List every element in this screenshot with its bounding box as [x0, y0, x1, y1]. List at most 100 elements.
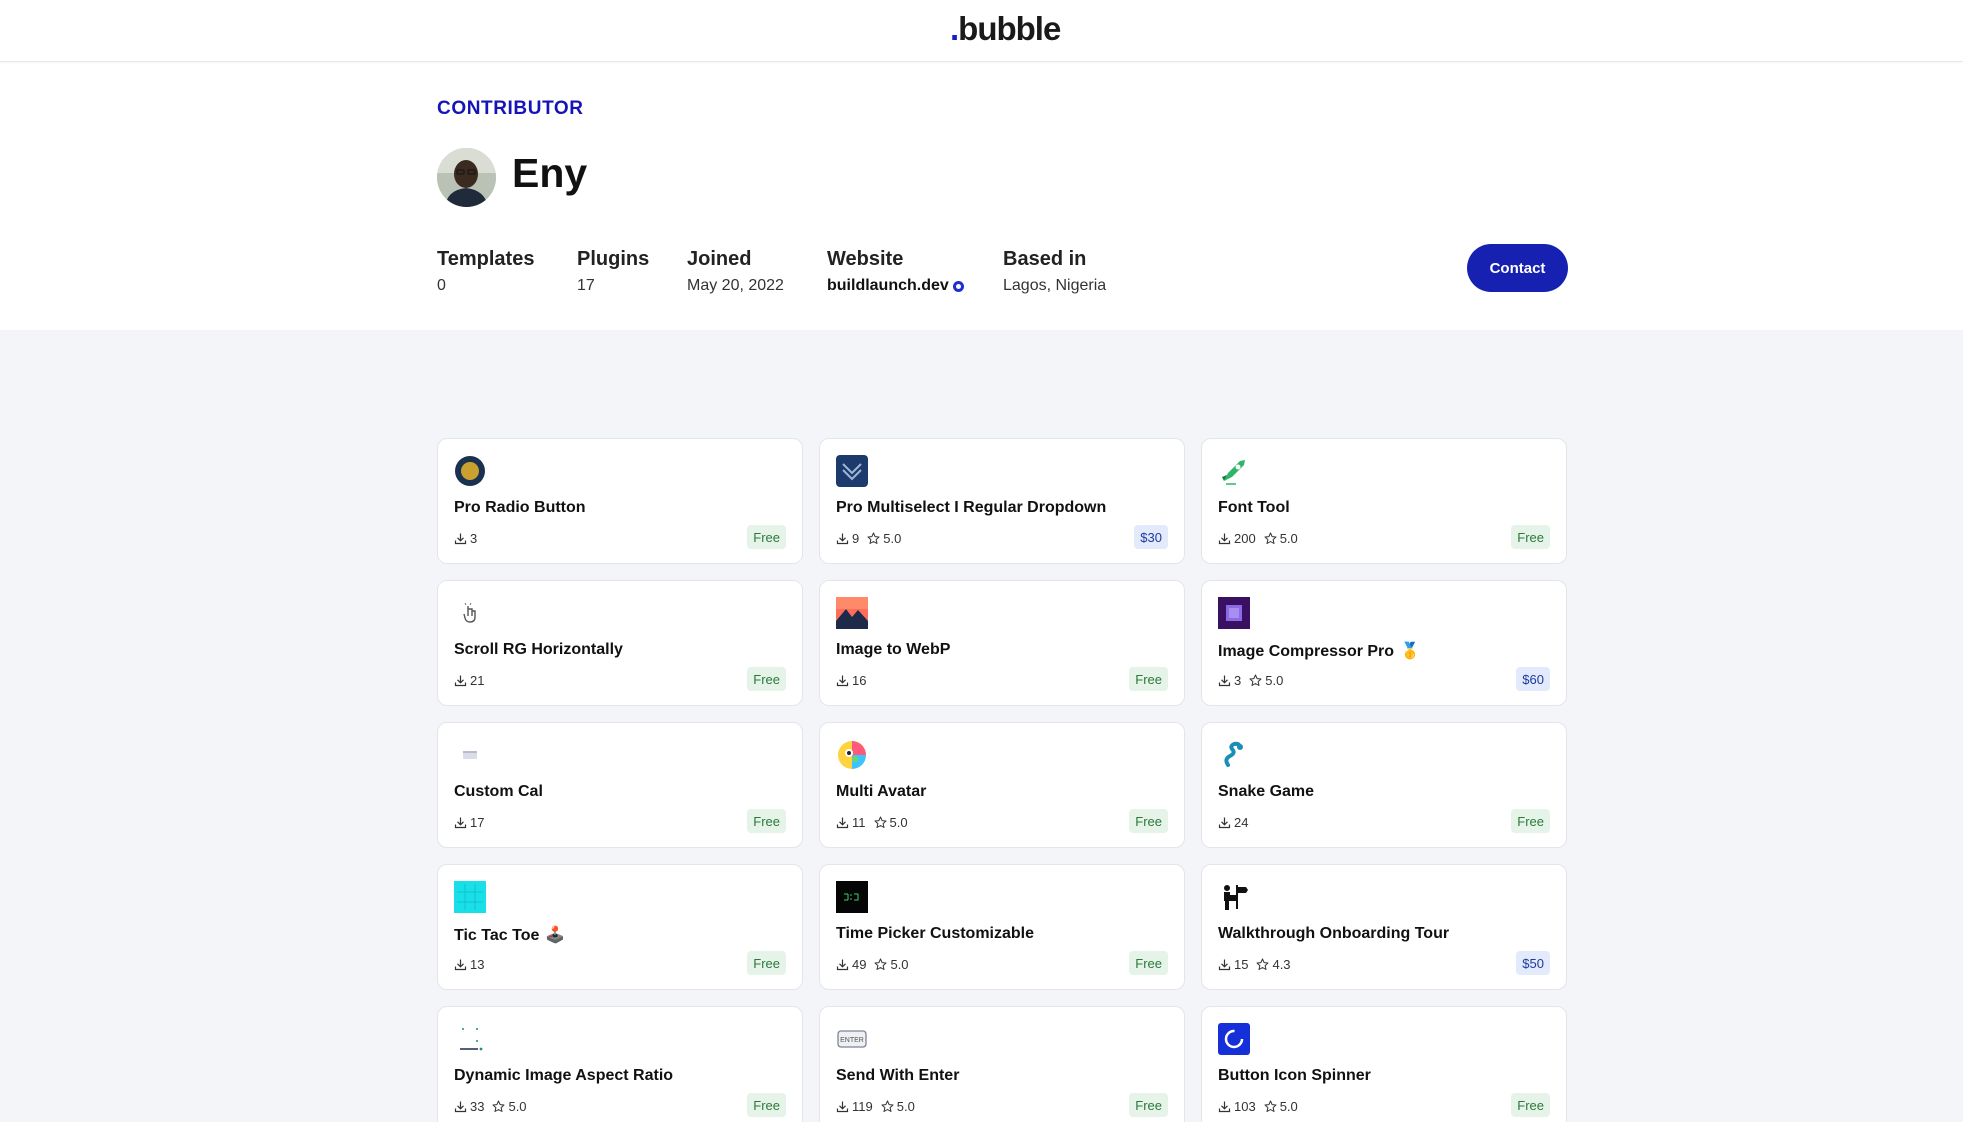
plugin-card-custom-cal[interactable]: Custom Cal 17 Free	[437, 722, 803, 848]
colorful-avatar-icon	[836, 739, 868, 771]
price-badge: Free	[747, 809, 786, 833]
price-badge: Free	[1129, 1093, 1168, 1117]
plugin-grid: Pro Radio Button 3 Free Pro Multiselect I R…	[437, 438, 1567, 1122]
plugin-title[interactable]: Custom Cal	[454, 783, 543, 801]
install-count: 17	[454, 815, 484, 830]
install-count: 103	[1218, 1099, 1256, 1114]
stat-templates: Templates 0	[437, 248, 535, 294]
plugin-title[interactable]: Image Compressor Pro 🥇	[1218, 641, 1420, 661]
star-icon	[1249, 674, 1262, 687]
plugin-card-font-tool[interactable]: Font Tool 200 5.0 Free	[1201, 438, 1567, 564]
price-badge: Free	[1129, 667, 1168, 691]
title-emoji-icon: 🕹️	[545, 927, 566, 944]
plugin-title[interactable]: Pro Multiselect I Regular Dropdown	[836, 499, 1106, 517]
download-icon	[836, 1100, 849, 1113]
website-link[interactable]: buildlaunch.dev	[827, 277, 964, 295]
price-badge: Free	[747, 525, 786, 549]
bubble-logo[interactable]: .bubble	[950, 10, 1061, 48]
price-badge: Free	[1129, 809, 1168, 833]
plugin-title[interactable]: Pro Radio Button	[454, 499, 586, 517]
plugin-title[interactable]: Snake Game	[1218, 783, 1314, 801]
rating: 5.0	[1264, 1099, 1298, 1114]
download-icon	[454, 1100, 467, 1113]
plugin-meta: 3 5.0	[1218, 673, 1291, 688]
svg-text:ENTER: ENTER	[840, 1037, 864, 1044]
price-badge: Free	[1511, 809, 1550, 833]
stat-joined: Joined May 20, 2022	[687, 248, 784, 294]
download-icon	[836, 674, 849, 687]
price-badge: Free	[747, 951, 786, 975]
plugin-meta: 3	[454, 531, 485, 546]
plugin-meta: 200 5.0	[1218, 531, 1306, 546]
contributor-name: Eny	[512, 150, 588, 196]
plugin-title[interactable]: Scroll RG Horizontally	[454, 641, 623, 659]
plugin-card-pro-multiselect-i-regular-dropdown[interactable]: Pro Multiselect I Regular Dropdown 9 5.0 $3…	[819, 438, 1185, 564]
price-badge: Free	[747, 667, 786, 691]
price-badge: $30	[1134, 525, 1168, 549]
download-icon	[1218, 1100, 1231, 1113]
plugin-card-walkthrough-onboarding-tour[interactable]: Walkthrough Onboarding Tour 15 4.3 $50	[1201, 864, 1567, 990]
plugin-title[interactable]: Time Picker Customizable	[836, 925, 1034, 943]
pointer-hand-icon	[454, 597, 486, 629]
download-icon	[1218, 958, 1231, 971]
plugin-card-send-with-enter[interactable]: ENTER Send With Enter 119 5.0 Free	[819, 1006, 1185, 1122]
rating: 5.0	[492, 1099, 527, 1114]
plugin-card-multi-avatar[interactable]: Multi Avatar 11 5.0 Free	[819, 722, 1185, 848]
contributor-profile: CONTRIBUTOR Eny Templates 0 Plugins 17 J…	[0, 62, 1963, 330]
rating: 5.0	[1249, 673, 1283, 688]
radio-button-icon	[454, 455, 486, 487]
download-icon	[454, 674, 467, 687]
download-icon	[454, 816, 467, 829]
plugin-card-scroll-rg-horizontally[interactable]: Scroll RG Horizontally 21 Free	[437, 580, 803, 706]
plugin-title[interactable]: Button Icon Spinner	[1218, 1067, 1371, 1085]
plugin-title[interactable]: Image to WebP	[836, 641, 950, 659]
plugin-card-tic-tac-toe[interactable]: Tic Tac Toe 🕹️ 13 Free	[437, 864, 803, 990]
plugin-card-pro-radio-button[interactable]: Pro Radio Button 3 Free	[437, 438, 803, 564]
rating: 5.0	[1264, 531, 1298, 546]
compress-square-icon	[1218, 597, 1250, 629]
plugin-card-time-picker-customizable[interactable]: Time Picker Customizable 49 5.0 Free	[819, 864, 1185, 990]
star-icon	[874, 816, 887, 829]
digital-clock-icon	[836, 881, 868, 913]
plugin-meta: 33 5.0	[454, 1099, 535, 1114]
install-count: 49	[836, 957, 866, 972]
stat-plugins: Plugins 17	[577, 248, 650, 294]
contributor-kicker: CONTRIBUTOR	[437, 98, 584, 119]
contact-button[interactable]: Contact	[1467, 244, 1568, 292]
plugin-title[interactable]: Walkthrough Onboarding Tour	[1218, 925, 1449, 943]
plugin-card-button-icon-spinner[interactable]: Button Icon Spinner 103 5.0 Free	[1201, 1006, 1567, 1122]
star-icon	[874, 958, 887, 971]
install-count: 16	[836, 673, 866, 688]
plugin-card-image-compressor-pro[interactable]: Image Compressor Pro 🥇 3 5.0 $60	[1201, 580, 1567, 706]
star-icon	[867, 532, 880, 545]
plugin-title[interactable]: Font Tool	[1218, 499, 1290, 517]
chevron-badge-icon	[836, 455, 868, 487]
install-count: 33	[454, 1099, 484, 1114]
plugin-card-dynamic-image-aspect-ratio[interactable]: Dynamic Image Aspect Ratio 33 5.0 Free	[437, 1006, 803, 1122]
avatar	[437, 148, 496, 207]
rocket-icon	[1218, 455, 1250, 487]
snake-icon	[1218, 739, 1250, 771]
install-count: 11	[836, 815, 866, 830]
enter-key-icon: ENTER	[836, 1023, 868, 1055]
plugin-meta: 119 5.0	[836, 1099, 923, 1114]
star-icon	[1264, 532, 1277, 545]
plugin-card-image-to-webp[interactable]: Image to WebP 16 Free	[819, 580, 1185, 706]
aspect-ratio-icon	[454, 1023, 486, 1055]
star-icon	[1256, 958, 1269, 971]
price-badge: $60	[1516, 667, 1550, 691]
plugin-title[interactable]: Dynamic Image Aspect Ratio	[454, 1067, 673, 1085]
price-badge: Free	[747, 1093, 786, 1117]
stat-website: Website buildlaunch.dev	[827, 248, 964, 295]
plugin-title[interactable]: Multi Avatar	[836, 783, 926, 801]
download-icon	[836, 816, 849, 829]
plugin-meta: 21	[454, 673, 492, 688]
price-badge: Free	[1511, 1093, 1550, 1117]
plugin-title[interactable]: Send With Enter	[836, 1067, 959, 1085]
plugin-title[interactable]: Tic Tac Toe 🕹️	[454, 925, 565, 945]
install-count: 119	[836, 1099, 873, 1114]
plugin-meta: 24	[1218, 815, 1256, 830]
plugin-card-snake-game[interactable]: Snake Game 24 Free	[1201, 722, 1567, 848]
download-icon	[1218, 816, 1231, 829]
download-icon	[454, 958, 467, 971]
